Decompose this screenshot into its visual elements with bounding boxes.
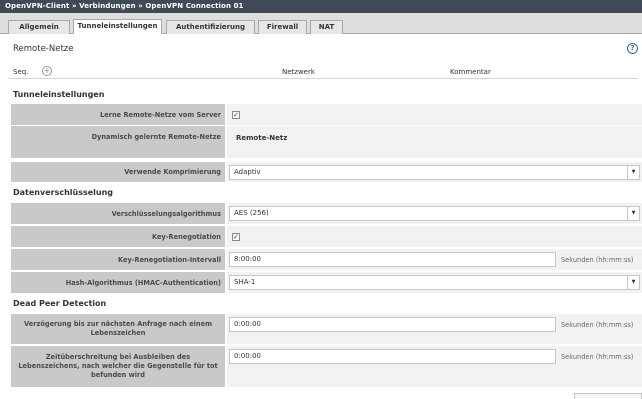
renegotiation-interval-row: Key-Renegotiation-Intervall 8:00:00 Seku… xyxy=(8,249,642,271)
tab-authentifizierung[interactable]: Authentifizierung xyxy=(166,20,255,34)
dead-peer-detection-heading: Dead Peer Detection xyxy=(13,299,107,308)
network-column-header: Netzwerk xyxy=(282,68,315,76)
dpd-delay-input[interactable]: 0:00:00 xyxy=(229,317,556,332)
algorithm-select[interactable]: AES (256) ▼ xyxy=(229,206,640,221)
algorithm-label: Verschlüsselungsalgorithmus xyxy=(11,203,225,225)
hash-value: SHA-1 xyxy=(234,278,256,286)
hash-select[interactable]: SHA-1 ▼ xyxy=(229,275,640,290)
algorithm-row: Verschlüsselungsalgorithmus AES (256) ▼ xyxy=(8,203,642,225)
dpd-timeout-row: Zeitüberschreitung bei Ausbleiben des Le… xyxy=(8,346,642,388)
compression-select[interactable]: Adaptiv ▼ xyxy=(229,165,640,180)
breadcrumb: OpenVPN-Client » Verbindungen » OpenVPN … xyxy=(0,0,642,13)
remote-networks-header: Seq. + Netzwerk Kommentar xyxy=(8,63,638,79)
dpd-delay-unit: Sekunden (hh:mm:ss) xyxy=(561,321,634,329)
renegotiation-interval-input[interactable]: 8:00:00 xyxy=(229,252,556,267)
dynamic-remote-value: Remote-Netz xyxy=(236,134,288,142)
dpd-delay-label: Verzögerung bis zur nächsten Anfrage nac… xyxy=(11,314,225,345)
dpd-timeout-unit: Sekunden (hh:mm:ss) xyxy=(561,353,634,361)
renegotiation-label: Key-Renegotiation xyxy=(11,226,225,248)
dpd-delay-row: Verzögerung bis zur nächsten Anfrage nac… xyxy=(8,314,642,345)
tab-nat[interactable]: NAT xyxy=(310,20,343,34)
tab-firewall[interactable]: Firewall xyxy=(258,20,307,34)
learn-remote-label: Lerne Remote-Netze vom Server xyxy=(11,104,225,126)
chevron-down-icon: ▼ xyxy=(627,276,639,289)
comment-column-header: Kommentar xyxy=(450,68,491,76)
compression-value: Adaptiv xyxy=(234,168,261,176)
renegotiation-interval-label: Key-Renegotiation-Intervall xyxy=(11,249,225,271)
seq-column-header: Seq. xyxy=(13,68,29,76)
dynamic-remote-label: Dynamisch gelernte Remote-Netze xyxy=(11,126,225,159)
tab-tunneleinstellungen[interactable]: Tunneleinstellungen xyxy=(73,19,162,34)
hash-row: Hash-Algorithmus (HMAC-Authentication) S… xyxy=(8,272,642,294)
chevron-down-icon: ▼ xyxy=(627,207,639,220)
tab-allgemein[interactable]: Allgemein xyxy=(8,20,70,34)
encryption-heading: Datenverschlüsselung xyxy=(13,188,114,197)
tunnel-settings-heading: Tunneleinstellungen xyxy=(13,90,105,99)
tab-bar: Allgemein Tunneleinstellungen Authentifi… xyxy=(0,13,642,34)
algorithm-value: AES (256) xyxy=(234,209,269,217)
compression-label: Verwende Komprimierung xyxy=(11,162,225,183)
dpd-timeout-input[interactable]: 0:00:00 xyxy=(229,349,556,364)
help-icon[interactable]: ? xyxy=(627,43,638,54)
renegotiation-interval-unit: Sekunden (hh:mm:ss) xyxy=(561,256,634,264)
renegotiation-checkbox[interactable]: ✓ xyxy=(232,233,240,241)
learn-remote-checkbox[interactable]: ✓ xyxy=(232,111,240,119)
compression-row: Verwende Komprimierung Adaptiv ▼ xyxy=(8,162,642,183)
dynamic-remote-row: Dynamisch gelernte Remote-Netze Remote-N… xyxy=(8,126,642,159)
add-icon[interactable]: + xyxy=(42,66,52,76)
hash-label: Hash-Algorithmus (HMAC-Authentication) xyxy=(11,272,225,294)
chevron-down-icon: ▼ xyxy=(627,166,639,179)
dpd-timeout-label: Zeitüberschreitung bei Ausbleiben des Le… xyxy=(11,346,225,388)
apply-button[interactable] xyxy=(574,393,642,399)
remote-networks-title: Remote-Netze xyxy=(13,44,74,54)
learn-remote-row: Lerne Remote-Netze vom Server ✓ xyxy=(8,104,642,126)
renegotiation-row: Key-Renegotiation ✓ xyxy=(8,226,642,248)
